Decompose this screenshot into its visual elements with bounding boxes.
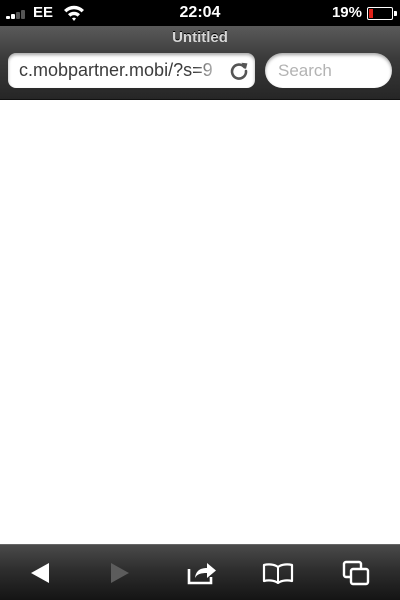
forward-arrow-icon <box>111 563 129 583</box>
forward-button[interactable] <box>98 553 142 593</box>
page-title: Untitled <box>172 29 228 46</box>
battery-icon <box>367 7 397 20</box>
tabs-button[interactable] <box>334 553 378 593</box>
bottom-toolbar <box>0 544 400 600</box>
url-text[interactable]: c.mobpartner.mobi/?s=9 <box>19 53 225 88</box>
back-arrow-icon <box>31 563 49 583</box>
bookmarks-button[interactable] <box>256 553 300 593</box>
tabs-icon <box>342 560 370 586</box>
status-bar: EE 22:04 19% <box>0 0 400 26</box>
back-button[interactable] <box>18 553 62 593</box>
web-content-area[interactable] <box>0 100 400 544</box>
bookmarks-icon <box>262 563 294 584</box>
reload-icon[interactable] <box>228 60 250 82</box>
url-field[interactable]: c.mobpartner.mobi/?s=9 <box>8 53 255 88</box>
battery-level-fill <box>369 9 373 18</box>
battery-percentage: 19% <box>331 4 362 21</box>
share-icon <box>187 563 216 585</box>
browser-address-bar: Untitled c.mobpartner.mobi/?s=9 <box>0 26 400 100</box>
search-input[interactable] <box>265 53 392 88</box>
share-button[interactable] <box>180 553 224 593</box>
